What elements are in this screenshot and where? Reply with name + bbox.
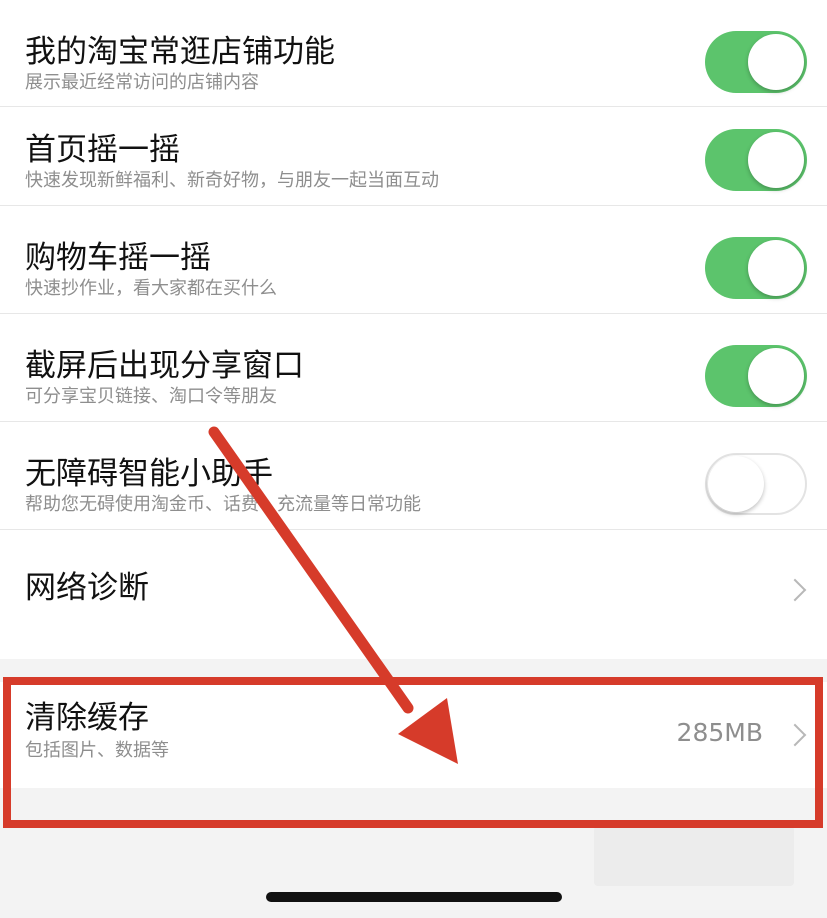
- home-indicator[interactable]: [266, 892, 562, 902]
- annotation-arrow-icon: [208, 426, 458, 764]
